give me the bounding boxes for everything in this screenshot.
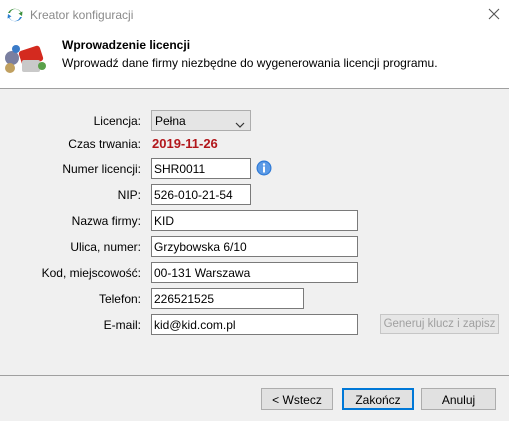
license-number-field[interactable]: SHR0011 <box>151 158 251 179</box>
title-bar: Kreator konfiguracji <box>0 0 509 30</box>
chevron-down-icon <box>235 117 245 131</box>
license-label: Licencja: <box>93 114 141 128</box>
duration-value: 2019-11-26 <box>152 136 218 151</box>
refresh-app-icon <box>7 7 23 23</box>
email-field[interactable]: kid@kid.com.pl <box>151 314 358 335</box>
company-name-label: Nazwa firmy: <box>71 214 141 228</box>
email-label: E-mail: <box>103 318 141 332</box>
city-field[interactable]: 00-131 Warszawa <box>151 262 358 283</box>
license-number-label: Numer licencji: <box>62 162 141 176</box>
close-icon <box>488 8 500 23</box>
configuration-icon <box>2 36 52 80</box>
info-icon[interactable] <box>256 160 272 176</box>
nip-field[interactable]: 526-010-21-54 <box>151 184 251 205</box>
wizard-header: Wprowadzenie licencji Wprowadź dane firm… <box>0 30 509 89</box>
company-name-field[interactable]: KID <box>151 210 358 231</box>
footer-divider <box>0 375 509 376</box>
close-button[interactable] <box>479 0 509 30</box>
finish-button[interactable]: Zakończ <box>342 388 414 410</box>
license-select[interactable]: Pełna <box>151 110 251 131</box>
city-label: Kod, miejscowość: <box>41 266 141 280</box>
street-field[interactable]: Grzybowska 6/10 <box>151 236 358 257</box>
generate-key-button[interactable]: Generuj klucz i zapisz <box>380 314 499 334</box>
license-select-value: Pełna <box>155 114 186 128</box>
nip-label: NIP: <box>117 188 141 202</box>
page-subtitle: Wprowadź dane firmy niezbędne do wygener… <box>62 56 438 70</box>
window-title: Kreator konfiguracji <box>30 8 134 22</box>
street-label: Ulica, numer: <box>70 240 141 254</box>
back-button[interactable]: < Wstecz <box>261 388 333 410</box>
phone-label: Telefon: <box>98 292 141 306</box>
page-title: Wprowadzenie licencji <box>62 38 191 52</box>
cancel-button[interactable]: Anuluj <box>421 388 496 410</box>
duration-label: Czas trwania: <box>68 137 141 151</box>
phone-field[interactable]: 226521525 <box>151 288 304 309</box>
